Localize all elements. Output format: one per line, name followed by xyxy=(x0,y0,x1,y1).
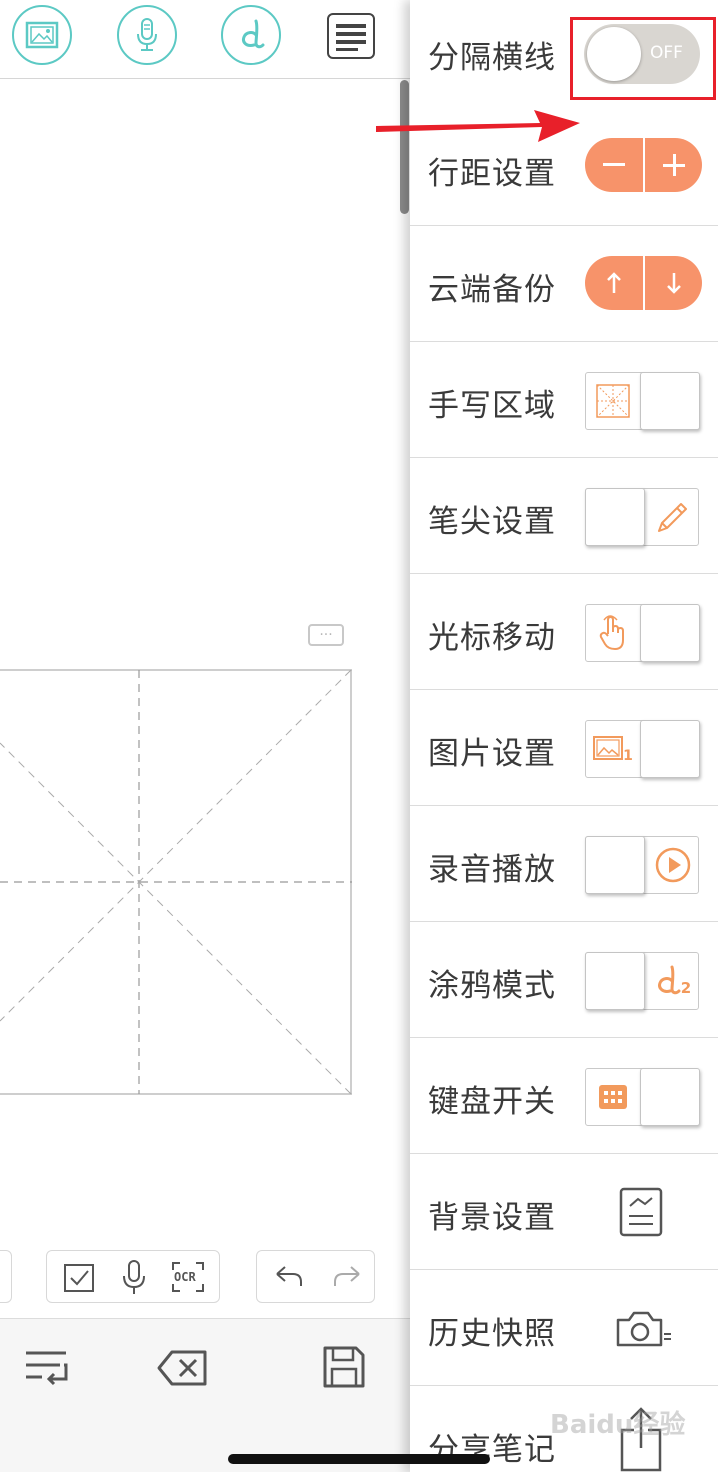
line-break-icon[interactable] xyxy=(24,1347,70,1387)
switch-knob xyxy=(585,952,645,1010)
switch-knob xyxy=(640,1068,700,1126)
setting-divider-lines-label: 分隔横线 xyxy=(428,40,556,76)
undo-icon[interactable] xyxy=(273,1264,305,1290)
keyboard-icon-slot xyxy=(586,1069,640,1125)
bottom-bar xyxy=(0,1318,410,1472)
doodle-mode-icon-slot: 2 xyxy=(646,953,700,1009)
keyboard-icon xyxy=(599,1085,627,1109)
image-badge: 1 xyxy=(623,748,633,764)
switch-knob xyxy=(585,488,645,546)
doodle-icon xyxy=(657,965,681,995)
increase-spacing-button[interactable] xyxy=(645,138,702,192)
setting-pen-tip: 笔尖设置 xyxy=(410,458,718,574)
minus-icon xyxy=(603,163,625,166)
more-options-button[interactable]: ··· xyxy=(308,624,344,646)
microphone-icon xyxy=(137,18,157,51)
setting-handwriting-area: 手写区域 xyxy=(410,342,718,458)
setting-background-label: 背景设置 xyxy=(428,1200,556,1236)
insert-toolbar: OCR xyxy=(46,1250,220,1303)
ocr-button[interactable]: OCR xyxy=(171,1261,205,1293)
menu-button[interactable] xyxy=(327,13,375,59)
setting-history-snapshot-label: 历史快照 xyxy=(428,1316,556,1352)
setting-cursor-move: 光标移动 xyxy=(410,574,718,690)
setting-pen-tip-label: 笔尖设置 xyxy=(428,504,556,540)
keyboard-switch[interactable] xyxy=(585,1068,700,1126)
highlight-box xyxy=(570,17,716,100)
record-audio-button[interactable] xyxy=(117,5,177,65)
ocr-label: OCR xyxy=(174,1270,196,1284)
settings-drawer: 分隔横线 OFF 行距设置 云端备份 手写区域 笔尖设置 光标移动 图片设置 1… xyxy=(410,0,718,1472)
setting-keyboard-switch: 键盘开关 xyxy=(410,1038,718,1154)
annotation-arrow-icon xyxy=(376,110,580,142)
setting-divider-lines: 分隔横线 OFF xyxy=(410,0,718,110)
plus-icon xyxy=(663,154,685,176)
setting-audio-playback: 录音播放 xyxy=(410,806,718,922)
home-indicator xyxy=(228,1454,490,1464)
play-icon xyxy=(655,847,691,883)
handwriting-button[interactable] xyxy=(221,5,281,65)
hand-pointer-icon xyxy=(599,615,624,650)
switch-knob xyxy=(640,372,700,430)
pencil-icon xyxy=(658,503,687,532)
save-icon[interactable] xyxy=(322,1345,366,1389)
setting-background[interactable]: 背景设置 xyxy=(410,1154,718,1270)
insert-image-button[interactable] xyxy=(12,5,72,65)
watermark: Baidu经验 xyxy=(550,1410,686,1440)
line-spacing-control xyxy=(585,138,702,192)
history-toolbar xyxy=(256,1250,375,1303)
pen-tip-switch[interactable] xyxy=(585,488,699,546)
handwriting-grid[interactable] xyxy=(0,668,354,1098)
setting-history-snapshot[interactable]: 历史快照 xyxy=(410,1270,718,1386)
checkbox-icon[interactable] xyxy=(63,1263,95,1293)
image-settings-switch[interactable]: 1 xyxy=(585,720,700,778)
cloud-backup-control xyxy=(585,256,702,310)
doodle-mode-switch[interactable]: 2 xyxy=(585,952,699,1010)
decrease-spacing-button[interactable] xyxy=(585,138,643,192)
setting-line-spacing-label: 行距设置 xyxy=(428,156,556,192)
image-settings-icon-slot: 1 xyxy=(586,721,640,777)
picture-icon xyxy=(593,736,624,760)
arrow-up-icon xyxy=(607,272,621,293)
handwriting-icon xyxy=(242,19,265,49)
arrow-down-icon xyxy=(667,273,681,294)
setting-handwriting-area-label: 手写区域 xyxy=(428,388,556,424)
setting-image: 图片设置 1 xyxy=(410,690,718,806)
audio-playback-icon-slot xyxy=(646,837,700,893)
setting-doodle-mode: 涂鸦模式 2 xyxy=(410,922,718,1038)
voice-input-icon[interactable] xyxy=(120,1259,148,1297)
cursor-move-icon-slot xyxy=(586,605,640,661)
note-editor: ··· OCR xyxy=(0,0,410,1472)
handwriting-area-icon-slot xyxy=(586,373,640,429)
upload-button[interactable] xyxy=(585,256,643,310)
setting-cloud-backup: 云端备份 xyxy=(410,226,718,342)
setting-cursor-move-label: 光标移动 xyxy=(428,620,556,656)
doodle-badge: 2 xyxy=(680,979,692,997)
redo-icon[interactable] xyxy=(331,1264,363,1290)
background-icon[interactable] xyxy=(618,1186,664,1238)
menu-icon xyxy=(336,24,366,51)
handwriting-area-switch[interactable] xyxy=(585,372,700,430)
grid-cell-icon xyxy=(596,384,630,418)
download-button[interactable] xyxy=(645,256,702,310)
pen-tip-icon-slot xyxy=(646,489,700,545)
switch-knob xyxy=(640,604,700,662)
setting-image-label: 图片设置 xyxy=(428,736,556,772)
cursor-move-switch[interactable] xyxy=(585,604,700,662)
more-label: ··· xyxy=(319,627,333,643)
backspace-icon[interactable] xyxy=(156,1349,208,1387)
audio-playback-switch[interactable] xyxy=(585,836,699,894)
image-icon xyxy=(25,21,59,49)
toolbar-divider xyxy=(0,78,410,79)
setting-doodle-mode-label: 涂鸦模式 xyxy=(428,968,556,1004)
switch-knob xyxy=(640,720,700,778)
setting-audio-playback-label: 录音播放 xyxy=(428,852,556,888)
setting-keyboard-switch-label: 键盘开关 xyxy=(428,1084,556,1120)
camera-icon[interactable] xyxy=(615,1310,673,1348)
switch-knob xyxy=(585,836,645,894)
setting-cloud-backup-label: 云端备份 xyxy=(428,272,556,308)
edit-toolbar-left-edge[interactable] xyxy=(0,1250,12,1303)
